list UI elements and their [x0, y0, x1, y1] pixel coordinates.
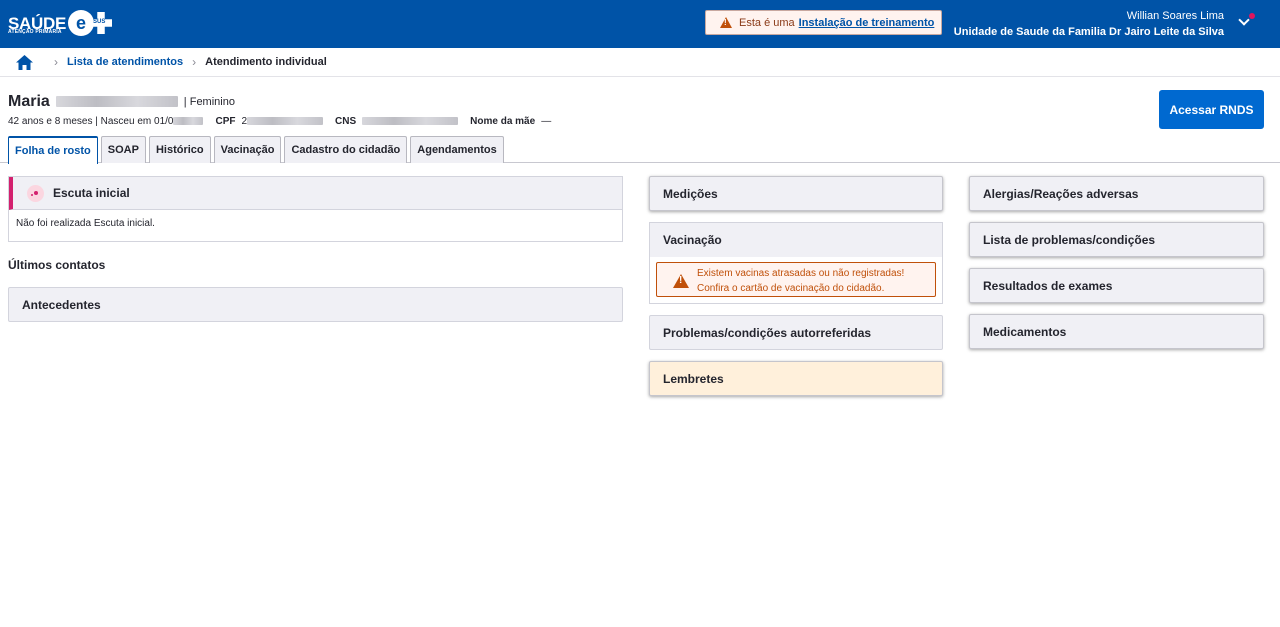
- ultimos-contatos-title: Últimos contatos: [8, 258, 106, 272]
- tab-agendamentos[interactable]: Agendamentos: [410, 136, 504, 163]
- vacinacao-alert-line1: Existem vacinas atrasadas ou não registr…: [697, 268, 905, 279]
- medicamentos-panel[interactable]: Medicamentos: [969, 314, 1264, 349]
- antecedentes-title: Antecedentes: [22, 297, 101, 312]
- training-prefix: Esta é uma: [739, 16, 795, 29]
- tab-soap[interactable]: SOAP: [100, 136, 146, 163]
- alergias-panel[interactable]: Alergias/Reações adversas: [969, 176, 1264, 211]
- redacted-cns: [362, 117, 459, 125]
- breadcrumb-current: Atendimento individual: [205, 56, 327, 68]
- access-rnds-button[interactable]: Acessar RNDS: [1159, 90, 1264, 129]
- patient-gender: | Feminino: [183, 96, 235, 108]
- training-banner: Esta é uma Instalação de treinamento: [705, 10, 942, 35]
- medicoes-title: Medições: [663, 186, 718, 201]
- chevron-right-icon: ›: [192, 55, 197, 69]
- redacted-cpf: [247, 117, 324, 125]
- breadcrumb-link-atendimentos[interactable]: Lista de atendimentos: [67, 56, 183, 68]
- cns-label: CNS: [335, 115, 357, 127]
- tab-folha-de-rosto[interactable]: Folha de rosto: [8, 136, 98, 164]
- escuta-inicial-message: Não foi realizada Escuta inicial.: [16, 218, 155, 229]
- tab-cadastro-cidadao[interactable]: Cadastro do cidadão: [284, 136, 408, 163]
- home-icon[interactable]: [16, 54, 33, 70]
- patient-info: 42 anos e 8 meses | Nasceu em 01/0 CPF 2…: [8, 114, 551, 128]
- vacinacao-panel: Vacinação Existem vacinas atrasadas ou n…: [649, 222, 943, 304]
- lista-problemas-panel[interactable]: Lista de problemas/condições: [969, 222, 1264, 257]
- vacinacao-header[interactable]: Vacinação: [650, 223, 942, 257]
- chevron-right-icon: ›: [54, 55, 58, 69]
- user-menu[interactable]: Willian Soares Lima Unidade de Saude da …: [954, 10, 1224, 39]
- tab-historico[interactable]: Histórico: [148, 136, 211, 163]
- escuta-icon: [27, 185, 44, 202]
- medicamentos-title: Medicamentos: [983, 324, 1067, 339]
- esus-logo[interactable]: SAÚDE e SUS ATENÇÃO PRIMÁRIA: [8, 8, 113, 38]
- redacted-surname: [55, 96, 178, 108]
- patient-name: Maria: [8, 93, 178, 111]
- problemas-autorreferidas-title: Problemas/condições autorreferidas: [663, 325, 872, 340]
- mother-value: —: [541, 115, 552, 127]
- cpf-label: CPF: [215, 115, 236, 127]
- vacinacao-alert: Existem vacinas atrasadas ou não registr…: [656, 262, 936, 297]
- top-bar: SAÚDE e SUS ATENÇÃO PRIMÁRIA Esta é uma …: [0, 0, 1280, 48]
- lista-problemas-title: Lista de problemas/condições: [983, 232, 1156, 247]
- redacted-birthdate: [173, 117, 204, 125]
- logo-cross-icon: SUS: [90, 12, 113, 34]
- mother-label: Nome da mãe: [470, 115, 536, 127]
- patient-header: Maria | Feminino 42 anos e 8 meses | Nas…: [8, 92, 551, 128]
- tab-bar: Folha de rosto SOAP Histórico Vacinação …: [8, 136, 504, 164]
- medicoes-panel[interactable]: Medições: [649, 176, 943, 211]
- escuta-inicial-panel: Escuta inicial Não foi realizada Escuta …: [8, 176, 623, 242]
- vacinacao-title: Vacinação: [663, 233, 722, 247]
- antecedentes-panel[interactable]: Antecedentes: [8, 287, 623, 322]
- chevron-down-icon[interactable]: [1238, 14, 1250, 26]
- escuta-inicial-header[interactable]: Escuta inicial: [9, 177, 622, 210]
- lembretes-title: Lembretes: [663, 371, 724, 386]
- lembretes-panel[interactable]: Lembretes: [649, 361, 943, 396]
- warning-icon: [720, 17, 732, 28]
- breadcrumb: › Lista de atendimentos › Atendimento in…: [0, 48, 1280, 77]
- training-link[interactable]: Instalação de treinamento: [799, 17, 935, 29]
- notification-dot-icon: [1249, 13, 1255, 19]
- user-name: Willian Soares Lima: [1126, 10, 1224, 22]
- problemas-autorreferidas-panel[interactable]: Problemas/condições autorreferidas: [649, 315, 943, 350]
- alergias-title: Alergias/Reações adversas: [983, 186, 1139, 201]
- patient-age: 42 anos e 8 meses | Nasceu em 01/0: [8, 115, 174, 127]
- escuta-inicial-title: Escuta inicial: [53, 186, 130, 200]
- tab-vacinacao[interactable]: Vacinação: [213, 136, 282, 163]
- logo-subtitle: ATENÇÃO PRIMÁRIA: [8, 29, 62, 35]
- warning-icon: [673, 274, 689, 288]
- vacinacao-alert-line2: Confira o cartão de vacinação do cidadão…: [697, 283, 885, 294]
- resultados-exames-panel[interactable]: Resultados de exames: [969, 268, 1264, 303]
- resultados-exames-title: Resultados de exames: [983, 278, 1113, 293]
- unit-name: Unidade de Saude da Familia Dr Jairo Lei…: [953, 26, 1224, 38]
